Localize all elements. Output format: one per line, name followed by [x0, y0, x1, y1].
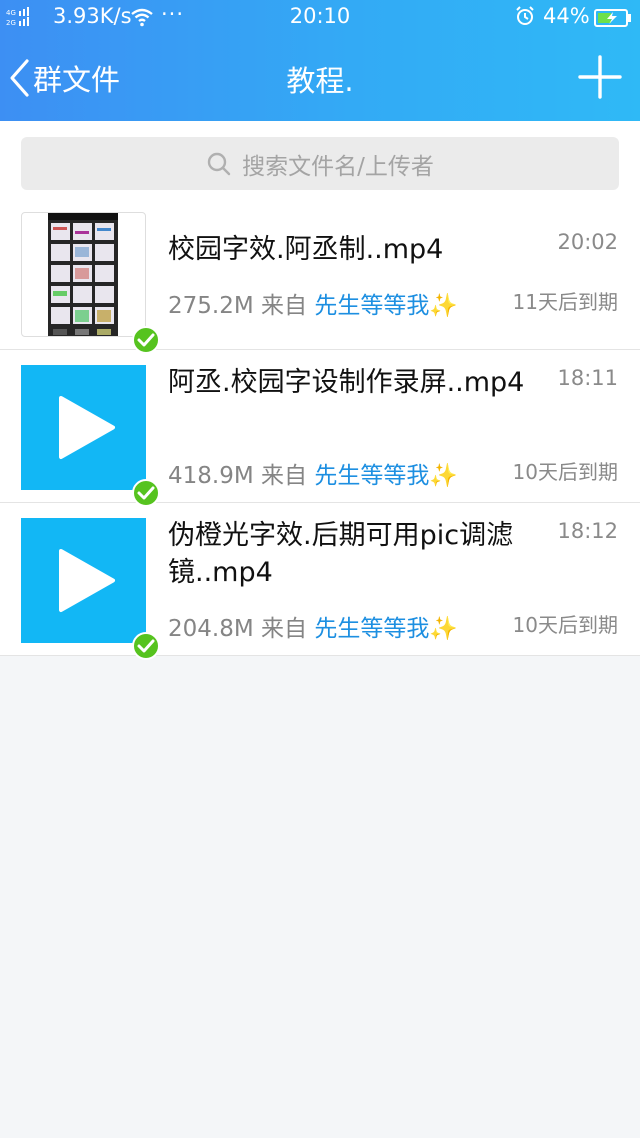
status-bar: 4G 2G 3.93K/s ··· 20:10 44%: [0, 0, 640, 34]
from-label: 来自: [261, 616, 308, 642]
file-size: 275.2M: [168, 293, 254, 319]
plus-icon: [578, 55, 622, 99]
battery-charging-icon: [594, 9, 631, 27]
file-meta: 418.9M 来自 先生等等我✨: [168, 456, 458, 490]
app-header: 4G 2G 3.93K/s ··· 20:10 44% 群文件 教程.: [0, 0, 640, 121]
from-label: 来自: [261, 293, 308, 319]
file-size: 418.9M: [168, 463, 254, 489]
file-meta: 204.8M 来自 先生等等我✨: [168, 609, 458, 643]
add-file-button[interactable]: [577, 54, 623, 100]
navigation-bar: 群文件 教程.: [0, 34, 640, 121]
file-name: 阿丞.校园字设制作录屏..mp4: [168, 367, 525, 398]
chevron-left-icon: [10, 59, 29, 97]
search-section: 搜索文件名/上传者: [0, 121, 640, 199]
from-label: 来自: [261, 463, 308, 489]
file-thumbnail: [21, 212, 146, 337]
file-name: 伪橙光字效.后期可用pic调滤镜..mp4: [168, 520, 514, 588]
expire-text: 11天后到期: [512, 290, 618, 314]
upload-time: 18:12: [557, 519, 618, 543]
file-list: 校园字效.阿丞制..mp4 275.2M 来自 先生等等我✨ 20:02 11天…: [0, 197, 640, 660]
search-icon: [207, 152, 231, 175]
uploader-name[interactable]: 先生等等我✨: [314, 463, 458, 489]
file-row[interactable]: 阿丞.校园字设制作录屏..mp4 418.9M 来自 先生等等我✨ 18:11 …: [0, 350, 640, 507]
play-icon: [59, 396, 115, 459]
battery-percent: 44%: [543, 4, 590, 28]
alarm-icon: [516, 6, 534, 25]
expire-text: 10天后到期: [512, 460, 618, 484]
play-icon: [59, 549, 115, 612]
file-meta: 275.2M 来自 先生等等我✨: [168, 286, 458, 320]
screenshot-thumbnail-image: [48, 213, 118, 336]
file-row[interactable]: 校园字效.阿丞制..mp4 275.2M 来自 先生等等我✨ 20:02 11天…: [0, 197, 640, 354]
file-size: 204.8M: [168, 616, 254, 642]
file-name: 校园字效.阿丞制..mp4: [168, 234, 444, 265]
downloaded-check-icon: [132, 632, 160, 660]
upload-time: 18:11: [557, 366, 618, 390]
search-input[interactable]: 搜索文件名/上传者: [21, 137, 619, 190]
expire-text: 10天后到期: [512, 613, 618, 637]
file-row[interactable]: 伪橙光字效.后期可用pic调滤镜..mp4 204.8M 来自 先生等等我✨ 1…: [0, 503, 640, 660]
uploader-name[interactable]: 先生等等我✨: [314, 616, 458, 642]
file-thumbnail: [21, 518, 146, 643]
file-thumbnail: [21, 365, 146, 490]
upload-time: 20:02: [557, 230, 618, 254]
uploader-name[interactable]: 先生等等我✨: [314, 293, 458, 319]
back-label: 群文件: [33, 63, 121, 97]
back-button[interactable]: 群文件: [8, 56, 120, 100]
search-placeholder: 搜索文件名/上传者: [242, 153, 434, 180]
